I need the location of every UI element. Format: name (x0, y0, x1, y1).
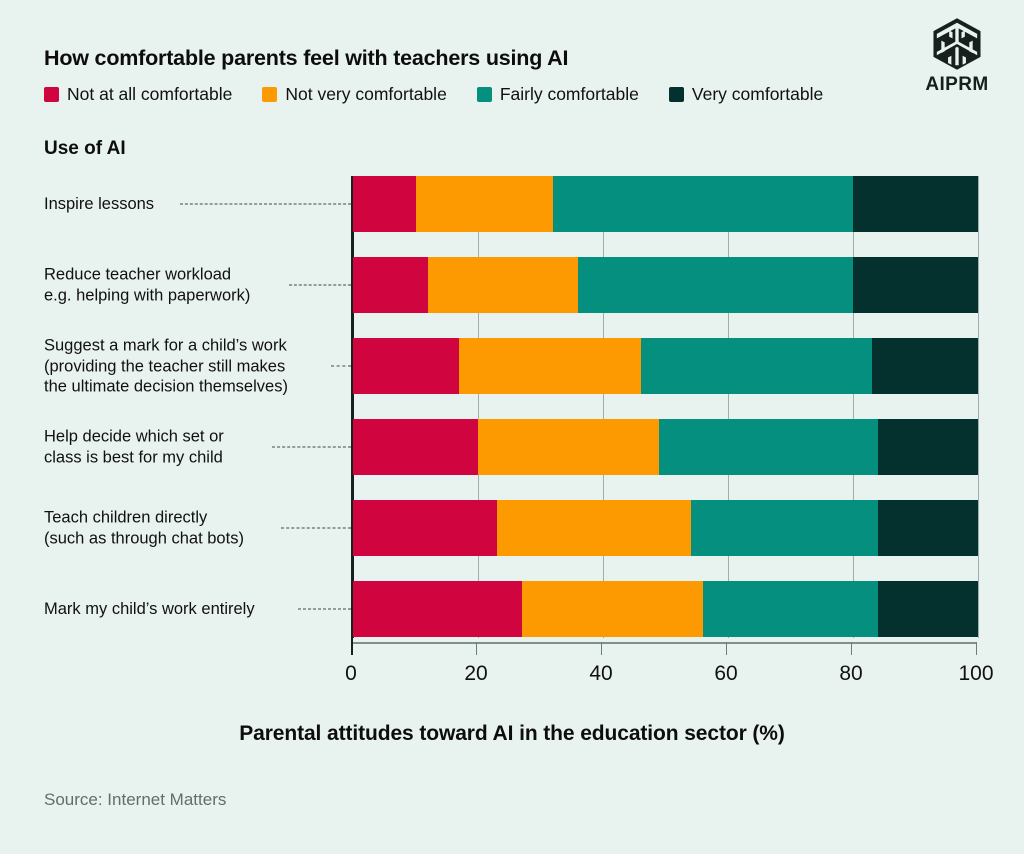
stacked-bar-chart: Inspire lessons Reduce teacher workload e.… (44, 176, 984, 638)
brand-name: AIPRM (925, 74, 989, 95)
bar-row: Teach children directly (such as through … (44, 500, 984, 556)
legend-item-fairly-comfortable: Fairly comfortable (476, 84, 639, 105)
leader-line (297, 608, 351, 610)
bar-row: Mark my child’s work entirely (44, 581, 984, 637)
x-axis-caption: Parental attitudes toward AI in the educ… (239, 722, 785, 745)
stacked-bar (353, 176, 978, 232)
x-axis-tick (351, 638, 354, 655)
gridline (478, 176, 479, 638)
bar-segment (521, 581, 703, 637)
bar-segment (415, 176, 553, 232)
bar-segment (353, 581, 522, 637)
brand-logo: AIPRM (914, 16, 1000, 96)
stacked-bar (353, 338, 978, 394)
bar-segment (478, 419, 660, 475)
bar-segment (878, 419, 978, 475)
bar-segment (428, 257, 578, 313)
bar-row-label: Suggest a mark for a child’s work (provid… (44, 335, 334, 397)
legend-label: Not at all comfortable (67, 84, 233, 104)
legend-swatch-icon (476, 87, 492, 102)
x-axis-tick-label: 60 (714, 662, 738, 685)
bar-row-label-line: Mark my child’s work entirely (44, 599, 255, 618)
bar-segment (553, 176, 853, 232)
bar-row: Suggest a mark for a child’s work (provid… (44, 335, 984, 397)
leader-line (180, 203, 351, 205)
legend-swatch-icon (262, 87, 278, 102)
gridline (978, 176, 979, 638)
bar-segment (353, 176, 416, 232)
stacked-bar (353, 500, 978, 556)
bar-row-label-line: Suggest a mark for a child’s work (44, 336, 287, 355)
legend: Not at all comfortable Not very comforta… (44, 84, 823, 105)
bar-segment (353, 338, 460, 394)
x-axis-tick (726, 642, 728, 655)
bar-segment (853, 176, 978, 232)
leader-line (331, 365, 351, 367)
bar-row: Inspire lessons (44, 176, 984, 232)
bar-segment (459, 338, 641, 394)
source-note: Source: Internet Matters (44, 790, 227, 809)
bar-row: Help decide which set or class is best fo… (44, 419, 984, 475)
page-title: How comfortable parents feel with teache… (44, 46, 569, 70)
x-axis-tick (601, 642, 603, 655)
bar-segment (353, 257, 428, 313)
leader-line (272, 446, 351, 448)
x-axis-tick-label: 0 (345, 662, 357, 685)
bar-segment (578, 257, 853, 313)
legend-item-not-very-comfortable: Not very comfortable (262, 84, 447, 105)
bar-segment (353, 419, 478, 475)
bar-segment (853, 257, 978, 313)
gridline (853, 176, 854, 638)
bar-row-label-line: (such as through chat bots) (44, 529, 244, 547)
legend-swatch-icon (668, 87, 684, 102)
leader-line (280, 527, 351, 529)
x-axis-line (351, 642, 976, 644)
stacked-bar (353, 419, 978, 475)
bar-row-label-line: Reduce teacher workload (44, 265, 232, 284)
bar-segment (703, 581, 878, 637)
legend-swatch-icon (44, 87, 59, 102)
infographic-page: AIPRM How comfortable parents feel with … (0, 0, 1024, 854)
legend-label: Fairly comfortable (499, 84, 639, 104)
bar-row-label-line: the ultimate decision themselves) (44, 377, 288, 396)
bar-row-label-line: class is best for my child (44, 448, 223, 466)
x-axis-tick-label: 40 (589, 662, 613, 685)
bar-row-label-line: e.g. helping with paperwork) (44, 286, 251, 304)
stacked-bar (353, 581, 978, 637)
bar-segment (496, 500, 691, 556)
stacked-bar (353, 257, 978, 313)
bar-segment (878, 581, 978, 637)
bar-row: Reduce teacher workload e.g. helping with… (44, 257, 984, 313)
bar-segment (353, 500, 497, 556)
bar-row-label: Mark my child’s work entirely (44, 599, 334, 620)
legend-item-very-comfortable: Very comfortable (668, 84, 824, 105)
bar-segment (690, 500, 878, 556)
hexagon-cube-icon (933, 18, 981, 70)
leader-line (289, 284, 351, 286)
bar-segment (659, 419, 878, 475)
bar-row-label-line: (providing the teacher still makes (44, 356, 286, 375)
gridline (603, 176, 604, 638)
gridline (728, 176, 729, 638)
value-axis-line (351, 176, 354, 638)
bar-segment (878, 500, 978, 556)
x-axis-tick-label: 100 (958, 662, 994, 685)
legend-label: Very comfortable (691, 84, 824, 104)
bar-row-label-line: Teach children directly (44, 508, 208, 527)
bar-segment (640, 338, 872, 394)
bar-row-label-line: Help decide which set or (44, 427, 224, 446)
x-axis-tick (476, 642, 478, 655)
category-axis-title: Use of AI (44, 138, 126, 159)
x-axis-tick-label: 80 (839, 662, 863, 685)
x-axis-tick (851, 642, 853, 655)
bar-segment (871, 338, 978, 394)
legend-label: Not very comfortable (285, 84, 447, 104)
legend-item-not-at-all-comfortable: Not at all comfortable (44, 84, 232, 105)
x-axis-tick-label: 20 (464, 662, 488, 685)
x-axis-tick (976, 642, 978, 655)
